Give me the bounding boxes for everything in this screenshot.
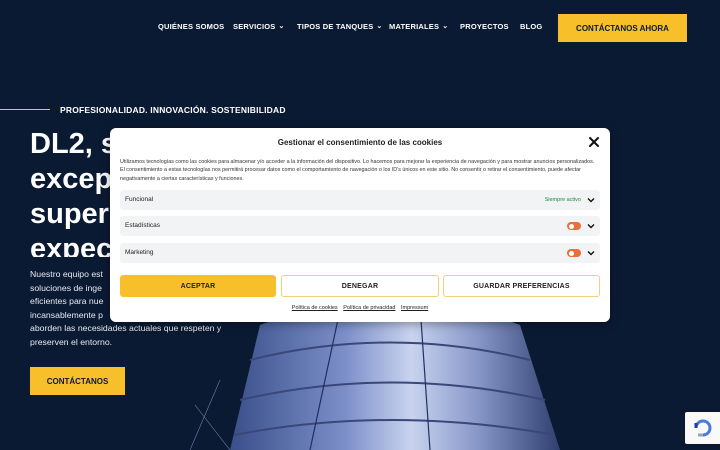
- cookie-consent-modal: Gestionar el consentimiento de las cooki…: [110, 128, 610, 322]
- recaptcha-icon: [694, 419, 712, 437]
- modal-title: Gestionar el consentimiento de las cooki…: [277, 138, 443, 147]
- category-estadisticas[interactable]: Estadísticas: [120, 216, 600, 236]
- always-active-label: Siempre activo: [544, 197, 581, 203]
- tagline-divider: [0, 109, 50, 110]
- main-nav: QUIÉNES SOMOS SERVICIOS ⌄ TIPOS DE TANQUE…: [0, 0, 720, 56]
- chevron-down-icon: ⌄: [278, 23, 285, 30]
- contact-button[interactable]: CONTÁCTANOS: [30, 367, 125, 395]
- recaptcha-badge[interactable]: [685, 412, 720, 444]
- chevron-down-icon[interactable]: [586, 221, 596, 231]
- category-marketing[interactable]: Marketing: [120, 243, 600, 263]
- privacy-policy-link[interactable]: Política de privacidad: [343, 305, 395, 311]
- chevron-down-icon[interactable]: [586, 248, 596, 258]
- nav-item-servicios[interactable]: SERVICIOS ⌄: [233, 22, 285, 31]
- deny-button[interactable]: DENEGAR: [281, 275, 439, 297]
- contact-now-button[interactable]: CONTÁCTANOS AHORA: [558, 14, 687, 42]
- policy-links: Política de cookies Política de privacid…: [110, 305, 610, 311]
- chevron-down-icon: ⌄: [376, 23, 383, 30]
- nav-item-proyectos[interactable]: PROYECTOS: [460, 22, 509, 31]
- hero-tagline: PROFESIONALIDAD. INNOVACIÓN. SOSTENIBILI…: [60, 105, 286, 115]
- chevron-down-icon: ⌄: [442, 23, 449, 30]
- chevron-down-icon[interactable]: [586, 195, 596, 205]
- accept-button[interactable]: ACEPTAR: [120, 275, 276, 297]
- cookie-policy-link[interactable]: Política de cookies: [292, 305, 338, 311]
- category-label: Estadísticas: [125, 222, 161, 229]
- close-icon[interactable]: [588, 136, 600, 148]
- impressum-link[interactable]: Impressum: [401, 305, 428, 311]
- nav-item-quienes-somos[interactable]: QUIÉNES SOMOS: [158, 22, 224, 31]
- nav-item-materiales[interactable]: MATERIALES ⌄: [389, 22, 448, 31]
- category-funcional[interactable]: Funcional Siempre activo: [120, 190, 600, 210]
- marketing-toggle[interactable]: [567, 249, 581, 257]
- category-label: Marketing: [125, 249, 154, 256]
- consent-description: Utilizamos tecnologías como las cookies …: [120, 159, 595, 182]
- nav-item-tipos-de-tanques[interactable]: TIPOS DE TANQUES ⌄: [297, 22, 382, 31]
- save-preferences-button[interactable]: GUARDAR PREFERENCIAS: [443, 275, 600, 297]
- category-label: Funcional: [125, 196, 154, 203]
- statistics-toggle[interactable]: [567, 222, 581, 230]
- nav-item-blog[interactable]: BLOG: [520, 22, 542, 31]
